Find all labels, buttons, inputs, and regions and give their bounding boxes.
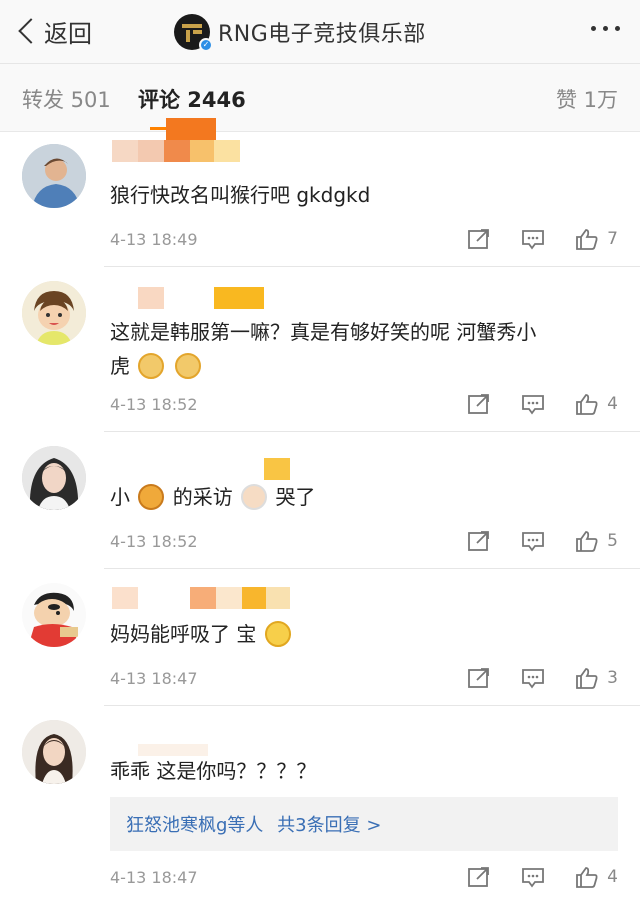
comment-actions: 7: [437, 228, 618, 250]
comment-actions: 3: [437, 667, 618, 689]
verified-badge-icon: ✓: [199, 38, 213, 52]
repost-icon[interactable]: [467, 393, 491, 415]
repost-icon[interactable]: [467, 866, 491, 888]
doge-emoji-icon: [174, 353, 201, 379]
more-icon[interactable]: [591, 26, 620, 31]
tab-comments[interactable]: 评论 2446: [138, 84, 246, 114]
replies-count-link[interactable]: 共3条回复 >: [277, 815, 381, 836]
username-mosaic[interactable]: [112, 140, 240, 162]
old-man-emoji-icon: [241, 484, 268, 510]
repost-icon[interactable]: [467, 667, 491, 689]
avatar[interactable]: [22, 281, 86, 345]
repost-icon[interactable]: [467, 530, 491, 552]
like-icon[interactable]: [575, 393, 599, 415]
account-header[interactable]: ✓ RNG电子竞技俱乐部: [174, 12, 426, 52]
crying-emoji-icon: [264, 621, 291, 647]
back-chevron-icon: [18, 18, 44, 44]
like-count: 7: [607, 229, 618, 249]
comment-item: 狼行快改名叫猴行吧 gkdgkd 4-13 18:49 7: [0, 118, 640, 267]
tab-repost[interactable]: 转发 501: [22, 84, 111, 114]
comment-time: 4-13 18:52: [110, 532, 198, 551]
account-avatar: ✓: [174, 14, 213, 52]
comment-time: 4-13 18:47: [110, 669, 198, 688]
like-count: 4: [607, 867, 618, 887]
top-nav-bar: 返回 ✓ RNG电子竞技俱乐部: [0, 0, 640, 64]
comment-text: 狼行快改名叫猴行吧 gkdgkd: [110, 183, 371, 207]
like-icon[interactable]: [575, 530, 599, 552]
back-label: 返回: [44, 19, 92, 48]
comment-icon[interactable]: [521, 866, 545, 888]
comment-icon[interactable]: [521, 530, 545, 552]
comment-actions: 5: [437, 530, 618, 552]
comment-icon[interactable]: [521, 228, 545, 250]
avatar[interactable]: [22, 583, 86, 647]
comment-text: 小 的采访 哭了: [110, 484, 316, 510]
avatar[interactable]: [22, 144, 86, 208]
tab-likes[interactable]: 赞 1万: [556, 84, 618, 114]
comment-time: 4-13 18:52: [110, 395, 198, 414]
comment-text: 妈妈能呼吸了 宝: [110, 617, 616, 651]
comment-time: 4-13 18:47: [110, 868, 198, 887]
username-mosaic[interactable]: [112, 587, 290, 609]
tab-bar: 转发 501 评论 2446 赞 1万: [0, 64, 640, 132]
like-icon[interactable]: [575, 228, 599, 250]
doge-emoji-icon: [138, 353, 165, 379]
account-name: RNG电子竞技俱乐部: [218, 22, 426, 47]
comment-actions: 4: [437, 393, 618, 415]
tiger-emoji-icon: [138, 484, 165, 510]
like-count: 5: [607, 531, 618, 551]
replies-users[interactable]: 狂怒池寒枫g等人: [126, 815, 263, 836]
comment-icon[interactable]: [521, 667, 545, 689]
comment-icon[interactable]: [521, 393, 545, 415]
comment-item: 小 的采访 哭了 4-13 18:52 5: [0, 432, 640, 569]
like-icon[interactable]: [575, 866, 599, 888]
like-icon[interactable]: [575, 667, 599, 689]
comment-time: 4-13 18:49: [110, 230, 198, 249]
like-count: 4: [607, 394, 618, 414]
comment-text: 乖乖 这是你吗？？？？: [110, 759, 317, 783]
back-button[interactable]: 返回: [14, 14, 92, 48]
username-mosaic[interactable]: [112, 287, 264, 309]
comment-text: 这就是韩服第一嘛？真是有够好笑的呢 河蟹秀小 虎: [110, 320, 537, 379]
replies-box[interactable]: 狂怒池寒枫g等人 共3条回复 >: [110, 797, 618, 851]
comment-actions: 4: [437, 866, 618, 888]
comment-item: 这就是韩服第一嘛？真是有够好笑的呢 河蟹秀小 虎 4-13 18:52 4: [0, 267, 640, 432]
avatar[interactable]: [22, 446, 86, 510]
avatar[interactable]: [22, 720, 86, 784]
comment-item: 妈妈能呼吸了 宝 4-13 18:47 3: [0, 569, 640, 706]
username-mosaic[interactable]: [264, 458, 290, 480]
like-count: 3: [607, 668, 618, 688]
repost-icon[interactable]: [467, 228, 491, 250]
